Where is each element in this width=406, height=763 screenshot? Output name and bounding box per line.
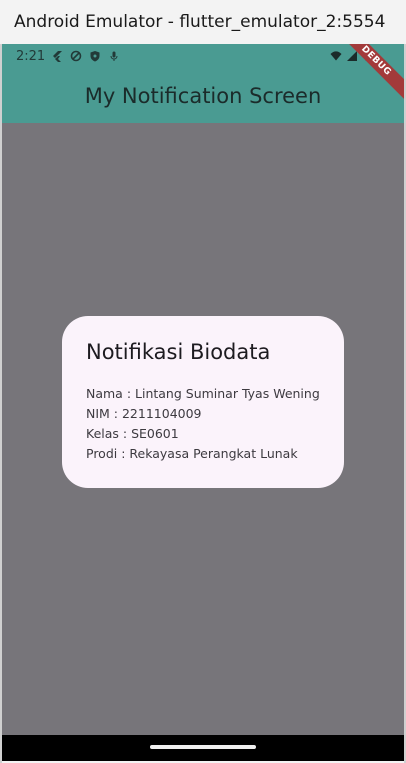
dialog-line-prodi: Prodi : Rekayasa Perangkat Lunak [86,446,298,461]
status-icons-left [51,50,120,62]
mic-icon [108,50,120,62]
notification-dialog: Notifikasi Biodata Nama : Lintang Sumina… [62,316,344,488]
app-bar-title: My Notification Screen [84,83,322,108]
wifi-icon [330,50,342,62]
emulator-window: Android Emulator - flutter_emulator_2:55… [0,0,406,763]
shield-icon [89,50,101,62]
dialog-line-nim: NIM : 2211104009 [86,406,202,421]
window-title: Android Emulator - flutter_emulator_2:55… [14,12,386,32]
block-icon [70,50,82,62]
flutter-icon [51,50,63,62]
device-screen: 2:21 My Notification Screen DEBUG Notifi… [2,44,404,761]
status-time: 2:21 [16,48,46,64]
dialog-title: Notifikasi Biodata [86,340,271,364]
navigation-bar [2,735,404,761]
home-gesture-handle[interactable] [150,745,256,749]
window-titlebar[interactable]: Android Emulator - flutter_emulator_2:55… [0,0,406,44]
dialog-line-kelas: Kelas : SE0601 [86,426,179,441]
status-bar: 2:21 [2,44,404,68]
app-bar: My Notification Screen [2,68,404,123]
dialog-line-nama: Nama : Lintang Suminar Tyas Wening [86,386,320,401]
